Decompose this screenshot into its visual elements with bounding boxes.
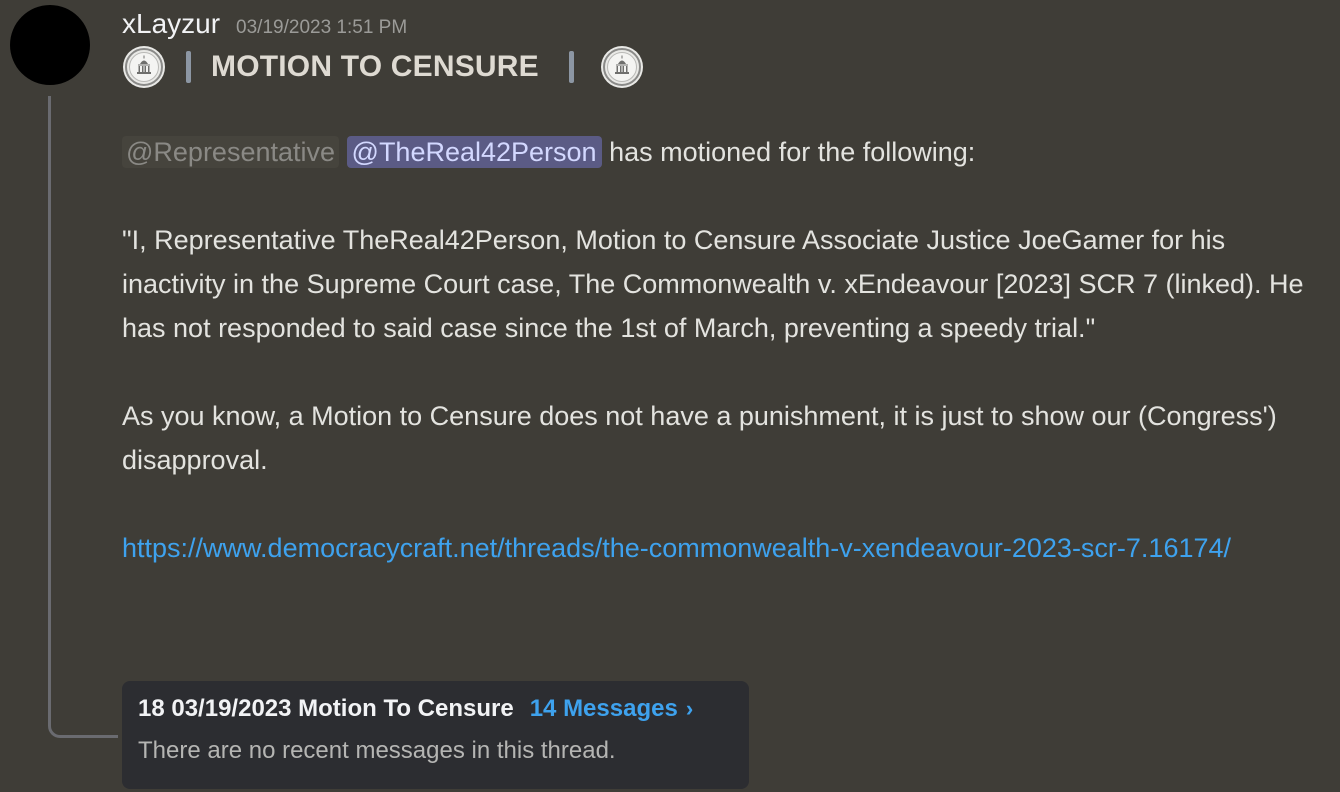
thread-name[interactable]: 18 03/19/2023 Motion To Censure	[138, 695, 514, 723]
chevron-right-icon[interactable]: ›	[686, 696, 693, 722]
user-avatar[interactable]	[10, 5, 90, 85]
user-mention[interactable]: @TheReal42Person	[346, 136, 602, 168]
thread-empty-text: There are no recent messages in this thr…	[138, 737, 616, 764]
thread-header: 18 03/19/2023 Motion To Censure 14 Messa…	[138, 695, 733, 735]
message-header: xLayzur 03/19/2023 1:51 PM	[122, 8, 407, 42]
thread-message-count[interactable]: 14 Messages	[530, 695, 678, 723]
thread-connector-line	[48, 96, 118, 738]
heading-divider	[568, 51, 574, 83]
message-timestamp: 03/19/2023 1:51 PM	[236, 17, 408, 38]
message-content: MOTION TO CENSURE @Representative @TheRe…	[122, 44, 1332, 570]
case-link-paragraph: https://www.democracycraft.net/threads/t…	[122, 526, 1332, 570]
motion-note: As you know, a Motion to Censure does no…	[122, 401, 1277, 475]
motion-heading: MOTION TO CENSURE	[122, 44, 1332, 90]
chat-message: xLayzur 03/19/2023 1:51 PM MOTION TO CEN…	[0, 0, 1340, 792]
author-name[interactable]: xLayzur	[122, 8, 220, 40]
mention-paragraph: @Representative @TheReal42Person has mot…	[122, 130, 1332, 174]
motion-quote: "I, Representative TheReal42Person, Moti…	[122, 225, 1304, 343]
case-link[interactable]: https://www.democracycraft.net/threads/t…	[122, 533, 1231, 563]
capitol-seal-icon[interactable]	[122, 45, 166, 89]
capitol-seal-icon[interactable]	[600, 45, 644, 89]
heading-title: MOTION TO CENSURE	[211, 50, 539, 83]
role-mention[interactable]: @Representative	[122, 136, 340, 168]
heading-divider	[186, 51, 191, 83]
mention-suffix-text: has motioned for the following:	[601, 137, 976, 167]
thread-preview-card[interactable]: 18 03/19/2023 Motion To Censure 14 Messa…	[122, 681, 749, 789]
